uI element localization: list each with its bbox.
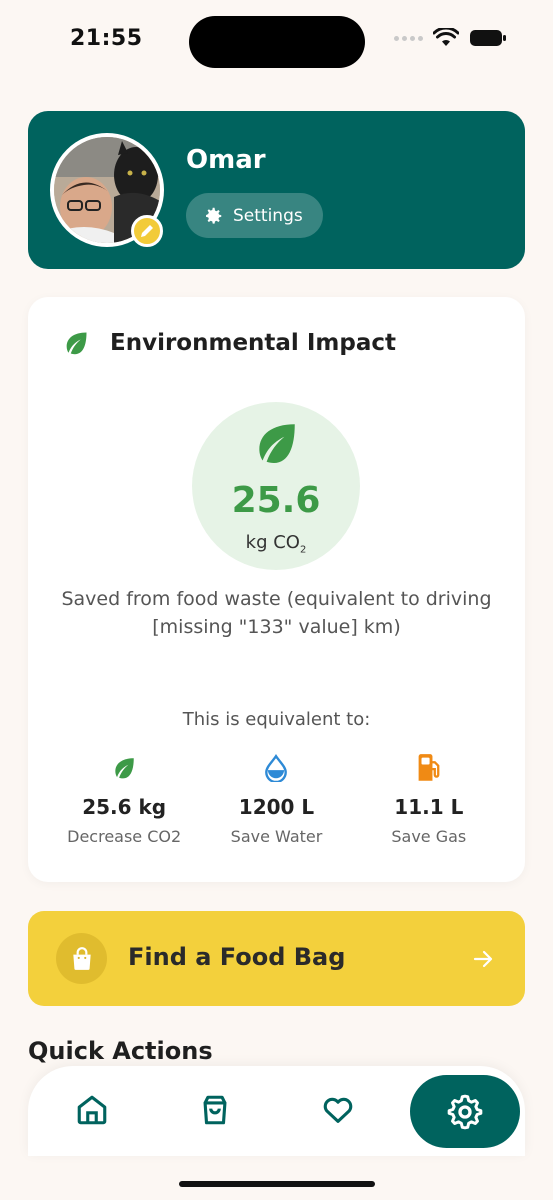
stat-value: 1200 L bbox=[238, 795, 315, 819]
quick-actions-title: Quick Actions bbox=[28, 1037, 213, 1065]
leaf-icon bbox=[259, 424, 295, 463]
settings-button[interactable]: Settings bbox=[186, 193, 323, 238]
bottom-nav bbox=[28, 1066, 525, 1156]
shopping-bag-icon bbox=[203, 1095, 227, 1125]
co2-value: 25.6 bbox=[231, 480, 321, 521]
heart-icon bbox=[323, 1097, 353, 1123]
dynamic-island bbox=[189, 16, 365, 68]
stat-value: 11.1 L bbox=[394, 795, 464, 819]
stat-water: 1200 L Save Water bbox=[206, 753, 346, 846]
pencil-icon bbox=[141, 225, 153, 237]
food-bag-label: Find a Food Bag bbox=[128, 943, 346, 971]
impact-header: Environmental Impact bbox=[62, 329, 396, 357]
stat-co2: 25.6 kg Decrease CO2 bbox=[54, 753, 194, 846]
leaf-icon bbox=[115, 758, 134, 779]
find-food-bag-button[interactable]: Find a Food Bag bbox=[28, 911, 525, 1006]
equivalence-stats: 25.6 kg Decrease CO2 1200 L Save Water 1… bbox=[28, 753, 525, 846]
impact-title: Environmental Impact bbox=[110, 330, 396, 356]
co2-unit: kg CO2 bbox=[245, 532, 307, 556]
equivalent-label: This is equivalent to: bbox=[182, 709, 371, 730]
stat-label: Save Gas bbox=[391, 827, 467, 846]
stat-gas: 11.1 L Save Gas bbox=[359, 753, 499, 846]
settings-label: Settings bbox=[233, 205, 303, 226]
co2-savings-circle: 25.6 kg CO2 bbox=[192, 402, 360, 570]
stat-label: Decrease CO2 bbox=[67, 827, 182, 846]
signal-icon bbox=[394, 35, 423, 41]
leaf-icon bbox=[66, 332, 87, 355]
stat-label: Save Water bbox=[230, 827, 323, 846]
environmental-impact-card: Environmental Impact 25.6 kg CO2 Saved f… bbox=[28, 297, 525, 882]
gear-icon bbox=[206, 207, 222, 224]
nav-favorites[interactable] bbox=[318, 1090, 358, 1130]
status-time: 21:55 bbox=[70, 26, 143, 51]
settings-gear-icon bbox=[447, 1094, 483, 1129]
profile-name: Omar bbox=[186, 145, 266, 175]
wifi-icon bbox=[433, 28, 459, 46]
water-drop-icon bbox=[265, 754, 288, 782]
arrow-right-icon bbox=[473, 950, 493, 968]
home-indicator bbox=[179, 1181, 375, 1187]
edit-avatar-button[interactable] bbox=[131, 215, 163, 247]
stat-value: 25.6 kg bbox=[82, 795, 167, 819]
status-bar: 21:55 bbox=[0, 0, 553, 84]
saved-description: Saved from food waste (equivalent to dri… bbox=[61, 588, 492, 638]
bag-icon-wrap bbox=[56, 933, 107, 984]
nav-bag[interactable] bbox=[195, 1090, 235, 1130]
home-icon bbox=[77, 1095, 107, 1125]
nav-home[interactable] bbox=[72, 1090, 112, 1130]
shopping-bag-icon bbox=[72, 946, 91, 970]
nav-settings[interactable] bbox=[410, 1075, 520, 1148]
battery-icon bbox=[470, 30, 506, 46]
fuel-pump-icon bbox=[418, 754, 440, 781]
profile-card: Omar Settings bbox=[28, 111, 525, 269]
status-icons bbox=[394, 28, 507, 48]
